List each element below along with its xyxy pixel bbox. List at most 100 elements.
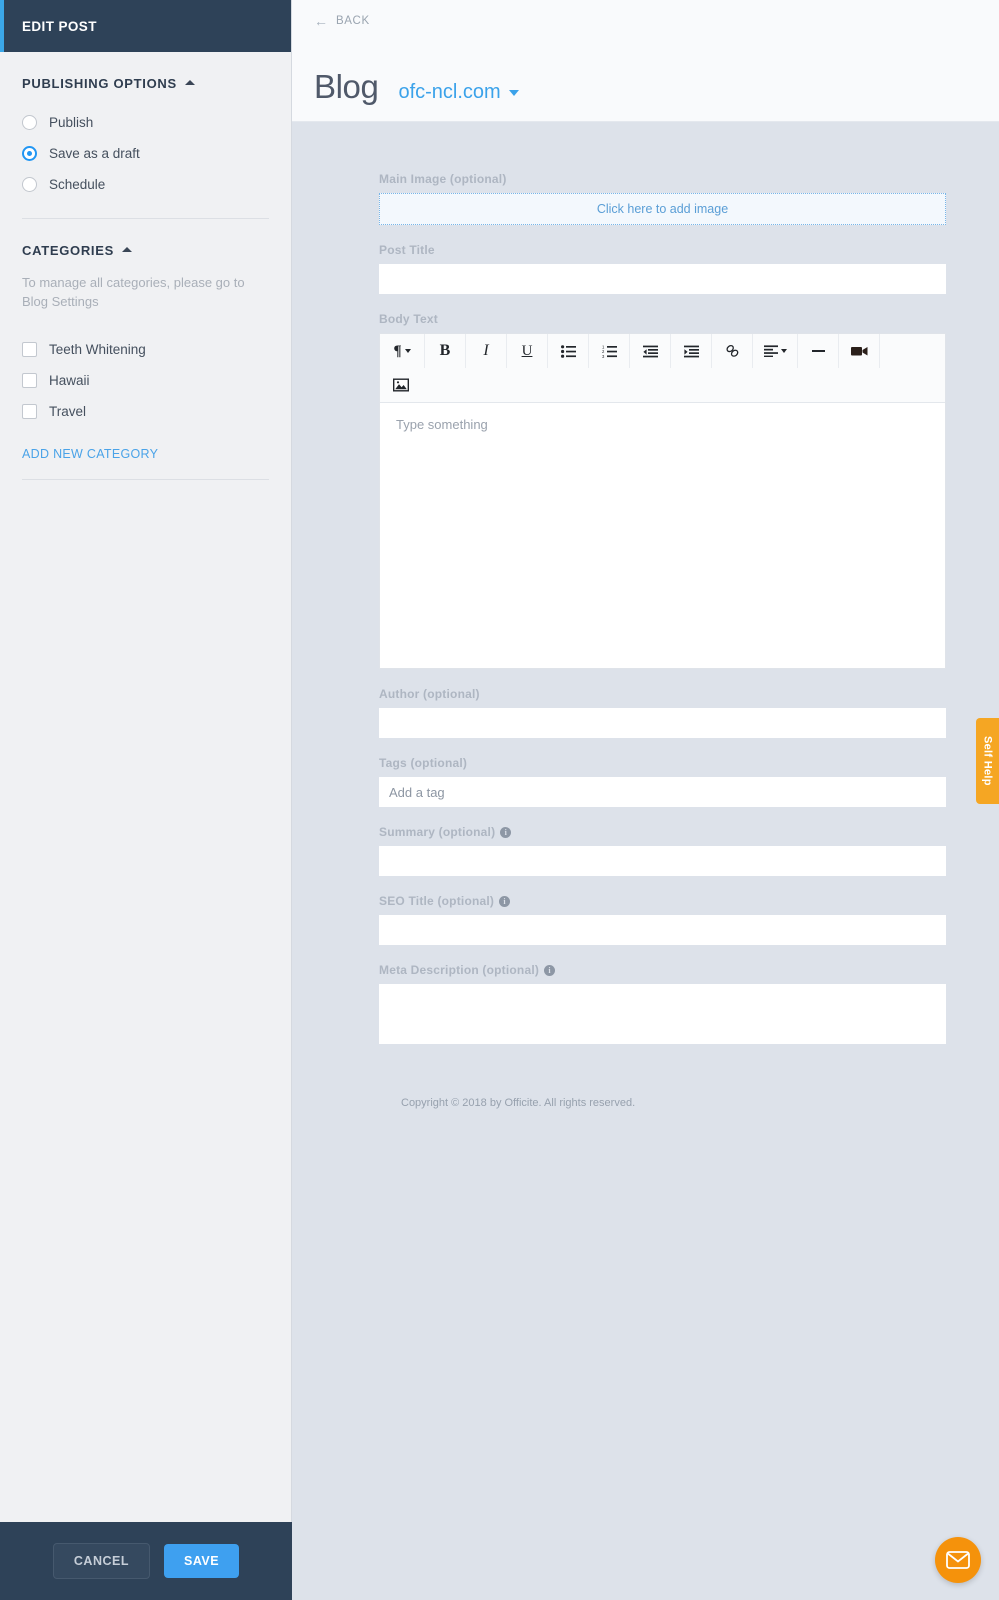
edit-post-screen: EDIT POST PUBLISHING OPTIONS Publish Sav… <box>0 0 999 1600</box>
label-summary: Summary (optional) i <box>379 825 946 839</box>
align-button[interactable] <box>753 334 798 368</box>
radio-icon-schedule[interactable] <box>22 177 37 192</box>
rich-text-editor: ¶ B I U 1 2 3 Type something <box>379 333 946 669</box>
chevron-down-icon <box>508 89 519 96</box>
back-button[interactable]: ← BACK <box>314 14 999 28</box>
radio-label-schedule: Schedule <box>49 177 106 192</box>
label-tags: Tags (optional) <box>379 756 946 770</box>
checkbox-icon-hawaii[interactable] <box>22 372 37 388</box>
category-item-hawaii[interactable]: Hawaii <box>22 365 269 396</box>
publishing-options-section: PUBLISHING OPTIONS Publish Save as a dra… <box>0 76 291 200</box>
label-tags-text: Tags (optional) <box>379 756 468 770</box>
label-author: Author (optional) <box>379 687 946 701</box>
chevron-up-icon <box>122 247 132 252</box>
add-new-category-link[interactable]: ADD NEW CATEGORY <box>22 447 269 461</box>
bullet-list-icon <box>560 344 576 358</box>
tags-input[interactable] <box>379 777 946 807</box>
author-input[interactable] <box>379 708 946 738</box>
categories-section: CATEGORIES To manage all categories, ple… <box>0 243 291 461</box>
paragraph-format-button[interactable]: ¶ <box>380 334 425 368</box>
label-post-title-text: Post Title <box>379 243 435 257</box>
italic-icon: I <box>483 342 489 359</box>
arrow-left-icon: ← <box>314 13 328 29</box>
domain-selector[interactable]: ofc-ncl.com <box>398 81 519 104</box>
insert-image-button[interactable] <box>380 368 421 402</box>
info-icon[interactable]: i <box>500 826 512 838</box>
field-tags: Tags (optional) <box>379 756 946 807</box>
horizontal-rule-button[interactable] <box>798 334 839 368</box>
image-icon <box>392 378 409 392</box>
italic-button[interactable]: I <box>466 334 507 368</box>
main-content: ← BACK Blog ofc-ncl.com Main Image (opti… <box>292 0 999 1600</box>
envelope-icon <box>946 1551 970 1569</box>
label-post-title: Post Title <box>379 243 946 257</box>
radio-option-save-as-draft[interactable]: Save as a draft <box>22 138 269 169</box>
chevron-down-icon <box>404 349 411 353</box>
page-title: Blog <box>314 68 379 106</box>
radio-option-publish[interactable]: Publish <box>22 107 269 138</box>
post-title-input[interactable] <box>379 264 946 294</box>
categories-header[interactable]: CATEGORIES <box>22 243 269 258</box>
radio-label-save-as-draft: Save as a draft <box>49 146 140 161</box>
sidebar: EDIT POST PUBLISHING OPTIONS Publish Sav… <box>0 0 292 1600</box>
publishing-options-header[interactable]: PUBLISHING OPTIONS <box>22 76 269 91</box>
insert-video-button[interactable] <box>839 334 880 368</box>
label-meta-description: Meta Description (optional) i <box>379 963 946 977</box>
label-seo-title-text: SEO Title (optional) <box>379 894 495 908</box>
post-form: Main Image (optional) Click here to add … <box>292 122 999 1109</box>
label-meta-description-text: Meta Description (optional) <box>379 963 540 977</box>
checkbox-icon-travel[interactable] <box>22 403 37 419</box>
radio-label-publish: Publish <box>49 115 94 130</box>
field-summary: Summary (optional) i <box>379 825 946 876</box>
bold-button[interactable]: B <box>425 334 466 368</box>
paragraph-icon: ¶ <box>393 342 402 359</box>
field-meta-description: Meta Description (optional) i <box>379 963 946 1049</box>
info-icon[interactable]: i <box>544 964 556 976</box>
body-text-editor-area[interactable]: Type something <box>380 403 945 668</box>
underline-button[interactable]: U <box>507 334 548 368</box>
svg-text:3: 3 <box>602 353 605 357</box>
field-author: Author (optional) <box>379 687 946 738</box>
outdent-button[interactable] <box>630 334 671 368</box>
label-body-text-text: Body Text <box>379 312 438 326</box>
main-image-dropzone-text: Click here to add image <box>596 202 729 216</box>
info-icon[interactable]: i <box>499 895 511 907</box>
title-row: Blog ofc-ncl.com <box>314 46 999 128</box>
radio-option-schedule[interactable]: Schedule <box>22 169 269 200</box>
label-seo-title: SEO Title (optional) i <box>379 894 946 908</box>
label-body-text: Body Text <box>379 312 946 326</box>
category-label-travel: Travel <box>49 403 87 419</box>
editor-toolbar-row-2 <box>380 368 945 402</box>
indent-button[interactable] <box>671 334 712 368</box>
category-item-travel[interactable]: Travel <box>22 396 269 427</box>
sidebar-divider-2 <box>22 478 269 480</box>
ordered-list-button[interactable]: 1 2 3 <box>589 334 630 368</box>
save-button[interactable]: SAVE <box>163 1544 240 1578</box>
copyright-text: Copyright © 2018 by Officite. All rights… <box>401 1097 636 1109</box>
radio-icon-publish[interactable] <box>22 115 37 130</box>
checkbox-icon-teeth-whitening[interactable] <box>22 341 37 357</box>
field-body-text: Body Text ¶ B I U 1 2 3 Type something <box>379 312 946 669</box>
chevron-down-icon <box>780 349 787 353</box>
category-label-teeth-whitening: Teeth Whitening <box>49 341 146 357</box>
self-help-tab[interactable]: Self Help <box>976 718 999 804</box>
body-text-placeholder: Type something <box>396 417 488 432</box>
radio-icon-save-as-draft[interactable] <box>22 146 37 161</box>
sidebar-header: EDIT POST <box>0 0 291 52</box>
unordered-list-button[interactable] <box>548 334 589 368</box>
cancel-button[interactable]: CANCEL <box>52 1543 150 1579</box>
video-camera-icon <box>850 347 867 356</box>
bold-icon: B <box>439 342 451 359</box>
insert-link-button[interactable] <box>712 334 753 368</box>
chat-button[interactable] <box>935 1537 981 1583</box>
main-image-dropzone[interactable]: Click here to add image <box>379 193 946 225</box>
numbered-list-icon: 1 2 3 <box>602 345 617 358</box>
categories-note: To manage all categories, please go to B… <box>22 275 245 309</box>
label-main-image: Main Image (optional) <box>379 172 946 186</box>
category-item-teeth-whitening[interactable]: Teeth Whitening <box>22 334 269 365</box>
seo-title-input[interactable] <box>379 915 946 945</box>
meta-description-input[interactable] <box>379 984 946 1044</box>
summary-input[interactable] <box>379 846 946 876</box>
field-post-title: Post Title <box>379 243 946 294</box>
sidebar-header-title: EDIT POST <box>22 18 97 34</box>
